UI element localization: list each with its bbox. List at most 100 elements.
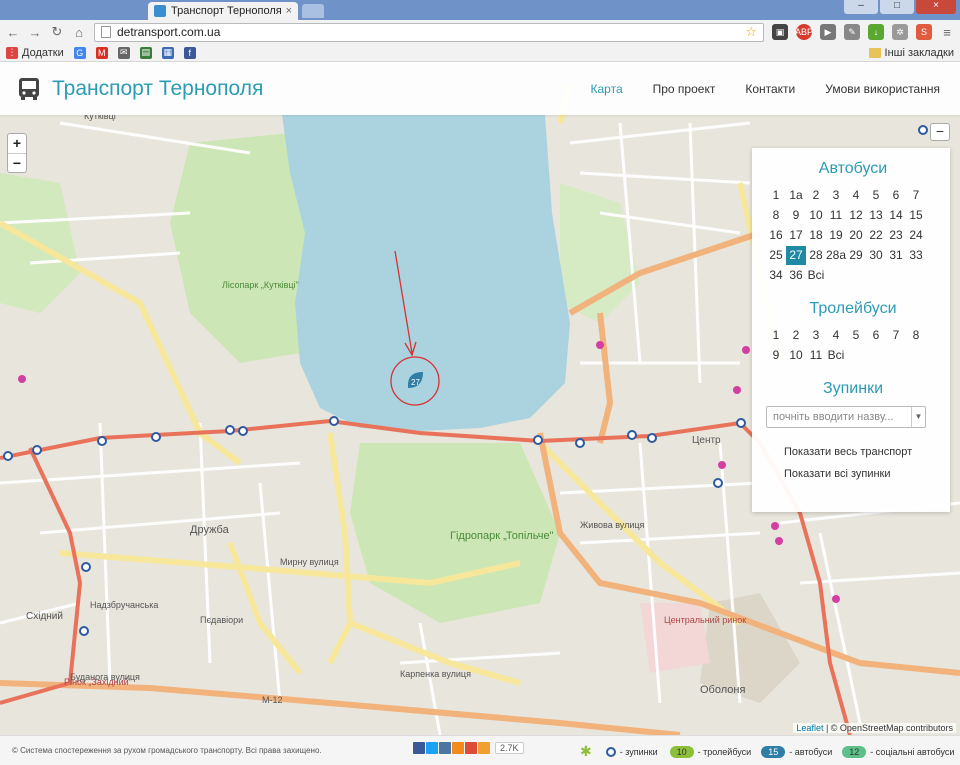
back-arrow-icon[interactable]: ← (6, 25, 20, 40)
home-icon[interactable]: ⌂ (72, 25, 86, 40)
bus-route-12[interactable]: 12 (846, 206, 866, 225)
stop-search-select[interactable]: почніть вводити назву... ▼ (766, 406, 926, 428)
trolley-route-6[interactable]: 6 (866, 326, 886, 345)
web-page: 27 Кутківці Лісопарк „Кутківці" Дружба С… (0, 63, 960, 765)
extension-icon[interactable]: ▣ (772, 24, 788, 40)
reload-icon[interactable]: ↻ (50, 24, 64, 40)
zoom-control: + − (7, 133, 27, 173)
extension-play-icon[interactable]: ▶ (820, 24, 836, 40)
bus-route-14[interactable]: 14 (886, 206, 906, 225)
trolley-route-8[interactable]: 8 (906, 326, 926, 345)
svg-text:Дружба: Дружба (190, 524, 230, 536)
bus-route-19[interactable]: 19 (826, 226, 846, 245)
bus-route-30[interactable]: 30 (866, 246, 886, 265)
bus-route-24[interactable]: 24 (906, 226, 926, 245)
bus-route-6[interactable]: 6 (886, 186, 906, 205)
bus-route-28[interactable]: 28 (806, 246, 826, 265)
zoom-out-button[interactable]: − (8, 153, 26, 172)
panel-collapse-button[interactable]: − (930, 123, 950, 141)
tab-close-icon[interactable]: × (286, 5, 292, 17)
chevron-down-icon[interactable]: ▼ (911, 407, 925, 427)
browser-tab[interactable]: Транспорт Тернополя × (148, 2, 298, 20)
bus-route-33[interactable]: 33 (906, 246, 926, 265)
bookmark-app-icon[interactable]: ▤ (139, 46, 152, 59)
bus-route-5[interactable]: 5 (866, 186, 886, 205)
trolley-route-5[interactable]: 5 (846, 326, 866, 345)
bus-route-11[interactable]: 11 (826, 206, 846, 225)
forward-arrow-icon[interactable]: → (28, 25, 42, 40)
trolley-route-7[interactable]: 7 (886, 326, 906, 345)
osm-attribution[interactable]: © OpenStreetMap contributors (831, 723, 953, 733)
bus-route-13[interactable]: 13 (866, 206, 886, 225)
bus-route-16[interactable]: 16 (766, 226, 786, 245)
trolley-route-Всі[interactable]: Всі (826, 346, 846, 365)
site-brand[interactable]: Транспорт Тернополя (16, 76, 263, 102)
bus-route-2[interactable]: 2 (806, 186, 826, 205)
bookmark-star-icon[interactable]: ☆ (745, 24, 757, 40)
show-all-stops-option[interactable]: Показати всі зупинки (766, 468, 940, 480)
bus-route-34[interactable]: 34 (766, 266, 786, 285)
trolley-route-4[interactable]: 4 (826, 326, 846, 345)
bus-route-29[interactable]: 29 (846, 246, 866, 265)
extension-gear-icon[interactable]: ✲ (892, 24, 908, 40)
trolley-route-3[interactable]: 3 (806, 326, 826, 345)
bus-route-20[interactable]: 20 (846, 226, 866, 245)
bus-route-28а[interactable]: 28а (826, 246, 846, 265)
google-icon[interactable]: G (73, 46, 86, 59)
bus-route-7[interactable]: 7 (906, 186, 926, 205)
bus-route-4[interactable]: 4 (846, 186, 866, 205)
facebook-share-icon[interactable] (413, 742, 425, 754)
bookmark-doc-icon[interactable]: ▦ (161, 46, 174, 59)
bus-route-Всі[interactable]: Всі (806, 266, 826, 285)
apps-bookmark[interactable]: ⋮ Додатки (6, 46, 64, 59)
more-share-icon[interactable] (478, 742, 490, 754)
odnoklassniki-share-icon[interactable] (452, 742, 464, 754)
extension-s-icon[interactable]: S (916, 24, 932, 40)
menu-item-map[interactable]: Карта (591, 82, 623, 96)
menu-item-contacts[interactable]: Контакти (745, 82, 795, 96)
bus-route-27[interactable]: 27 (786, 246, 806, 265)
facebook-icon[interactable]: f (183, 46, 196, 59)
trolley-route-9[interactable]: 9 (766, 346, 786, 365)
bus-route-10[interactable]: 10 (806, 206, 826, 225)
menu-item-terms[interactable]: Умови використання (825, 82, 940, 96)
vk-share-icon[interactable] (439, 742, 451, 754)
bus-route-1а[interactable]: 1а (786, 186, 806, 205)
bus-route-15[interactable]: 15 (906, 206, 926, 225)
other-bookmarks[interactable]: Інші закладки (868, 47, 954, 59)
adblock-icon[interactable]: ABP (795, 24, 813, 40)
bus-route-31[interactable]: 31 (886, 246, 906, 265)
trolley-route-11[interactable]: 11 (806, 346, 826, 365)
vehicle-marker-label[interactable]: 27 (411, 378, 420, 387)
new-tab-button[interactable] (302, 4, 324, 18)
bus-route-22[interactable]: 22 (866, 226, 886, 245)
maximize-button[interactable]: □ (880, 0, 914, 14)
menu-icon[interactable]: ≡ (940, 25, 954, 40)
bus-route-8[interactable]: 8 (766, 206, 786, 225)
trolley-route-1[interactable]: 1 (766, 326, 786, 345)
bus-route-25[interactable]: 25 (766, 246, 786, 265)
menu-item-about[interactable]: Про проект (653, 82, 716, 96)
twitter-share-icon[interactable] (426, 742, 438, 754)
zoom-in-button[interactable]: + (8, 134, 26, 153)
gmail-icon[interactable]: M (95, 46, 108, 59)
android-icon[interactable]: ✱ (580, 743, 592, 760)
bus-route-23[interactable]: 23 (886, 226, 906, 245)
leaflet-link[interactable]: Leaflet (796, 723, 823, 733)
extension-doc-icon[interactable]: ✎ (844, 24, 860, 40)
bus-route-17[interactable]: 17 (786, 226, 806, 245)
trolley-route-10[interactable]: 10 (786, 346, 806, 365)
bus-route-3[interactable]: 3 (826, 186, 846, 205)
download-icon[interactable]: ↓ (868, 24, 884, 40)
window-close-button[interactable]: × (916, 0, 956, 14)
show-all-transport-option[interactable]: Показати весь транспорт (766, 446, 940, 458)
mail-icon[interactable]: ✉ (117, 46, 130, 59)
bus-route-1[interactable]: 1 (766, 186, 786, 205)
address-bar[interactable]: detransport.com.ua ☆ (94, 22, 764, 42)
minimize-button[interactable]: – (844, 0, 878, 14)
googleplus-share-icon[interactable] (465, 742, 477, 754)
trolley-route-2[interactable]: 2 (786, 326, 806, 345)
bus-route-36[interactable]: 36 (786, 266, 806, 285)
bus-route-18[interactable]: 18 (806, 226, 826, 245)
bus-route-9[interactable]: 9 (786, 206, 806, 225)
